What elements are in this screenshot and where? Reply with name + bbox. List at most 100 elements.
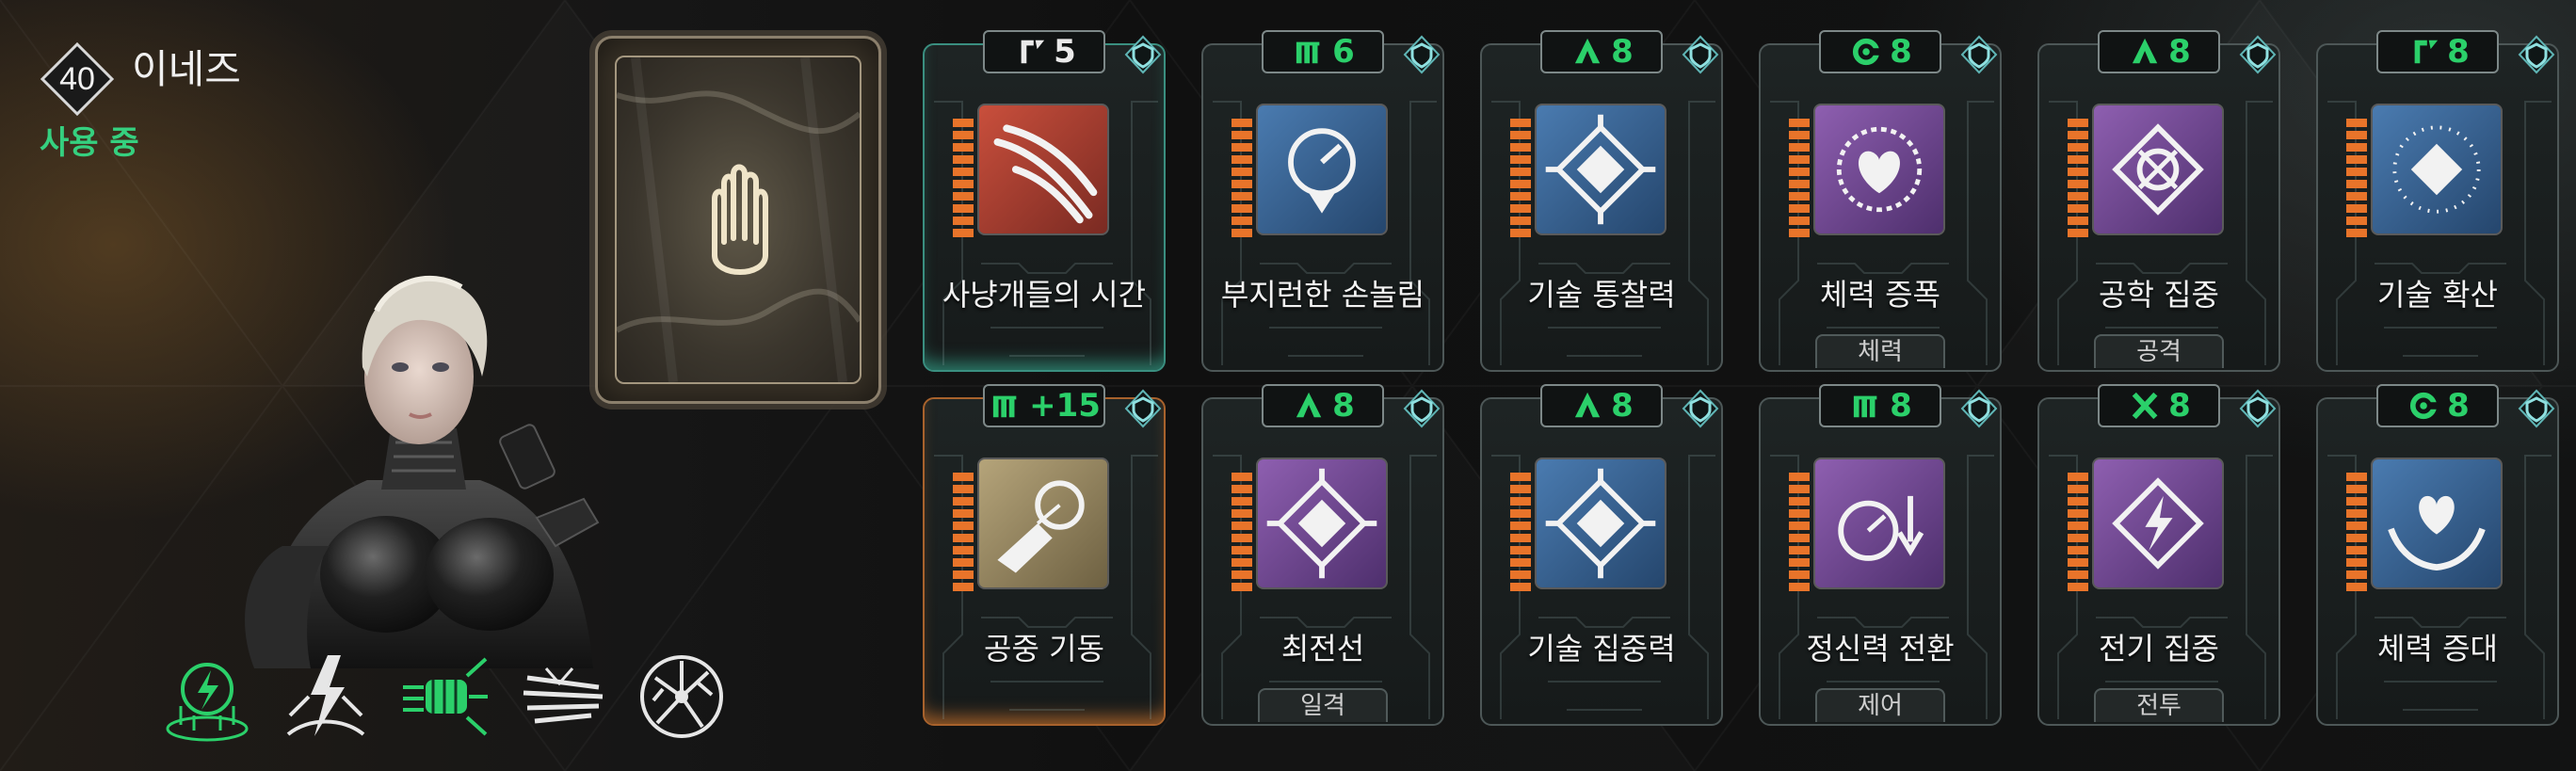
- card-tag: 제어: [1815, 688, 1945, 722]
- card-art: [1535, 104, 1666, 235]
- c-ring-cost-icon: [1853, 38, 1881, 66]
- card-cost-value: 8: [1890, 387, 1912, 425]
- card-cost-value: 5: [1054, 33, 1076, 71]
- card-cost: 8: [1540, 30, 1663, 73]
- shield-icon[interactable]: [1680, 34, 1721, 75]
- shield-icon[interactable]: [1122, 388, 1164, 429]
- card-art: [977, 458, 1109, 589]
- energy-bar: [1232, 473, 1252, 591]
- card-cost: 8: [1819, 30, 1941, 73]
- card-art: [1535, 458, 1666, 589]
- lightning-strike-icon[interactable]: [281, 650, 371, 744]
- skill-card[interactable]: 8 전기 집중 전투: [2037, 384, 2280, 726]
- card-cost: 8: [1262, 384, 1384, 427]
- card-title: 기술 집중력: [1527, 631, 1676, 667]
- shield-icon[interactable]: [1122, 34, 1164, 75]
- bolt-diamond-icon: [2112, 477, 2204, 570]
- card-art: [2092, 458, 2224, 589]
- skill-card[interactable]: 8 정신력 전환 제어: [1759, 384, 2002, 726]
- skill-card[interactable]: 5 사냥개들의 시간: [923, 30, 1166, 372]
- x-star-cost-icon: [2132, 392, 2158, 420]
- gauge-arrow-icon: [1838, 495, 1924, 561]
- shield-icon[interactable]: [2516, 388, 2557, 429]
- card-cost-value: 8: [1611, 387, 1634, 425]
- energy-bar: [2346, 119, 2367, 237]
- shield-icon[interactable]: [1680, 388, 1721, 429]
- card-title: 공학 집중: [2099, 277, 2219, 313]
- card-art: [1813, 104, 1945, 235]
- grapple-hand-icon: [997, 480, 1085, 573]
- a-peak-cost-icon: [1575, 392, 1601, 418]
- level-number: 40: [59, 61, 95, 97]
- wing-blade-icon[interactable]: [518, 650, 608, 744]
- shield-icon[interactable]: [1401, 34, 1442, 75]
- card-tag: 공격: [2094, 334, 2224, 368]
- fist-charge-icon[interactable]: [399, 650, 490, 744]
- card-art: [977, 104, 1109, 235]
- energy-bar: [1510, 473, 1531, 591]
- ability-hand-card[interactable]: [595, 36, 881, 404]
- skill-card[interactable]: 8 기술 통찰력: [1480, 30, 1723, 372]
- card-art: [1256, 458, 1388, 589]
- energy-bar: [1789, 473, 1810, 591]
- m-bars-cost-icon: [1854, 395, 1877, 418]
- card-cost: 6: [1262, 30, 1384, 73]
- card-title: 기술 통찰력: [1527, 277, 1676, 313]
- heart-burst-icon: [1836, 126, 1923, 213]
- shield-icon[interactable]: [2237, 34, 2278, 75]
- skill-card[interactable]: 8 기술 확산: [2316, 30, 2559, 372]
- energy-bar: [953, 119, 974, 237]
- dot-diamond-icon: [2392, 125, 2481, 214]
- claw-slash-icon: [993, 124, 1098, 224]
- shield-icon[interactable]: [2237, 388, 2278, 429]
- card-cost-value: 8: [2168, 33, 2191, 71]
- shield-icon[interactable]: [1958, 388, 2000, 429]
- card-cost-value: 8: [1890, 33, 1912, 71]
- card-title: 체력 증폭: [1820, 277, 1940, 313]
- m-bars-cost-icon: [992, 395, 1017, 418]
- card-cost: 8: [1819, 384, 1941, 427]
- skill-card[interactable]: 8 공학 집중 공격: [2037, 30, 2280, 372]
- energy-bar: [1789, 119, 1810, 237]
- shield-icon[interactable]: [2516, 34, 2557, 75]
- hand-icon: [712, 164, 768, 275]
- skill-card[interactable]: +15 공중 기동: [923, 384, 1166, 726]
- card-cost-value: 6: [1332, 33, 1355, 71]
- card-cost-value: 8: [2447, 33, 2470, 71]
- skill-card[interactable]: 8 최전선 일격: [1201, 384, 1444, 726]
- card-cost: 8: [2376, 384, 2499, 427]
- card-cost: 5: [983, 30, 1105, 73]
- a-peak-cost-icon: [1575, 38, 1601, 64]
- card-title: 체력 증대: [2377, 631, 2498, 667]
- lightning-field-icon[interactable]: [162, 650, 252, 744]
- skill-bar: [162, 650, 746, 753]
- card-tag: 일격: [1258, 688, 1388, 722]
- cracked-orb-icon[interactable]: [636, 650, 727, 744]
- skill-card[interactable]: 6 부지런한 손놀림: [1201, 30, 1444, 372]
- shield-icon[interactable]: [1958, 34, 2000, 75]
- card-cost: +15: [983, 384, 1105, 427]
- energy-bar: [2068, 473, 2088, 591]
- card-art: [1813, 458, 1945, 589]
- card-art: [1256, 104, 1388, 235]
- card-title: 부지런한 손놀림: [1220, 277, 1425, 313]
- skill-card[interactable]: 8 체력 증대: [2316, 384, 2559, 726]
- energy-bar: [1510, 119, 1531, 237]
- skill-card[interactable]: 8 체력 증폭 체력: [1759, 30, 2002, 372]
- r-bracket-cost-icon: [2414, 40, 2439, 64]
- card-title: 공중 기동: [984, 631, 1104, 667]
- card-title: 기술 확산: [2377, 277, 2498, 313]
- character-portrait: [245, 276, 600, 668]
- gear-diamond-icon: [2112, 123, 2204, 216]
- energy-bar: [953, 473, 974, 591]
- status-in-use: 사용 중: [40, 124, 139, 162]
- card-tag: 전투: [2094, 688, 2224, 722]
- energy-bar: [2068, 119, 2088, 237]
- hand-card-art: [615, 56, 861, 384]
- skill-card[interactable]: 8 기술 집중력: [1480, 384, 1723, 726]
- a-peak-cost-icon: [1296, 392, 1322, 418]
- card-cost-value: 8: [1611, 33, 1634, 71]
- tech-diamond-icon: [1545, 114, 1656, 225]
- card-title: 전기 집중: [2099, 631, 2219, 667]
- shield-icon[interactable]: [1401, 388, 1442, 429]
